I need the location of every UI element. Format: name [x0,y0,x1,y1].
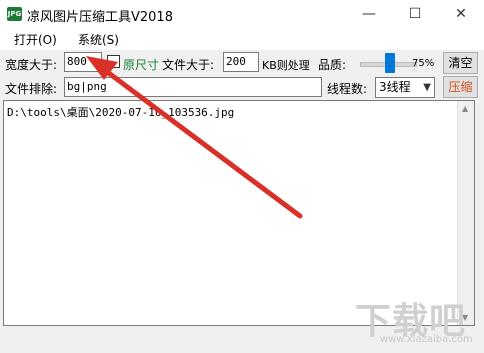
close-button[interactable]: ✕ [438,0,484,29]
menu-bar: 打开(O) 系统(S) [0,29,484,51]
quality-slider-thumb[interactable] [385,53,395,73]
kb-label: KB则处理 [262,59,310,72]
window-title: 凉风图片压缩工具V2018 [27,10,173,25]
maximize-button[interactable]: ☐ [392,0,438,29]
scroll-up-icon[interactable]: ▲ [462,104,468,113]
file-size-label: 文件大于: [162,58,215,72]
threads-select[interactable]: 3线程 ▼ [375,77,435,98]
clear-button[interactable]: 清空 [443,52,478,74]
compress-button[interactable]: 压缩 [443,76,478,98]
exclude-input[interactable]: bg|png [64,77,322,97]
chevron-down-icon: ▼ [423,82,431,93]
menu-system[interactable]: 系统(S) [78,31,119,48]
exclude-label: 文件排除: [5,82,58,96]
app-icon: JPG [7,7,22,21]
watermark-url: www.xiazaiba.com [380,334,473,345]
threads-label: 线程数: [327,82,368,96]
width-input[interactable]: 800 [64,52,102,72]
minimize-button[interactable]: — [346,0,392,29]
quality-percent: 75% [412,58,435,69]
width-label: 宽度大于: [5,58,58,72]
original-size-label: 原尺寸 [123,58,160,72]
threads-select-value: 3线程 [379,80,411,94]
original-size-checkbox[interactable] [107,55,120,68]
title-bar: JPG 凉风图片压缩工具V2018 — ☐ ✕ [0,0,484,29]
list-item[interactable]: D:\tools\桌面\2020-07-10_103536.jpg [7,104,234,120]
file-size-input[interactable]: 200 [223,52,259,72]
quality-label: 品质: [318,58,347,72]
menu-open[interactable]: 打开(O) [14,31,57,48]
